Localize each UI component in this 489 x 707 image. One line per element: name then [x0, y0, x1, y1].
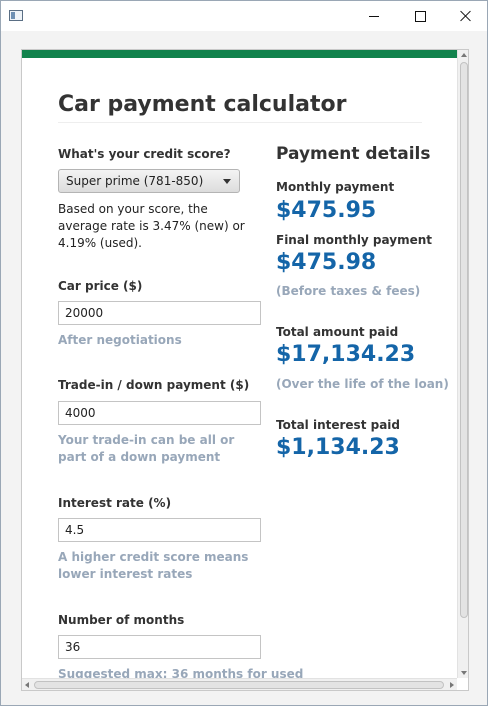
trade-in-help: Your trade-in can be all or part of a do…	[58, 433, 235, 464]
app-window: Car payment calculator What's your credi…	[0, 0, 488, 706]
months-input[interactable]	[58, 635, 261, 659]
vertical-scrollbar[interactable]	[457, 50, 468, 678]
close-button[interactable]	[443, 1, 489, 31]
interest-rate-help: A higher credit score means lower intere…	[58, 550, 249, 581]
scroll-up-icon[interactable]	[461, 53, 467, 57]
car-price-label: Car price ($)	[58, 279, 143, 293]
scroll-right-icon[interactable]	[450, 682, 454, 688]
final-payment-note: (Before taxes & fees)	[276, 284, 421, 298]
final-monthly-payment-value: $475.98	[276, 250, 377, 275]
credit-score-selected: Super prime (781-850)	[66, 174, 204, 188]
minimize-button[interactable]	[351, 1, 397, 31]
credit-score-label: What's your credit score?	[58, 147, 231, 161]
total-amount-note: (Over the life of the loan)	[276, 377, 449, 391]
total-interest-label: Total interest paid	[276, 418, 400, 432]
credit-score-note: Based on your score, the average rate is…	[58, 202, 245, 250]
months-label: Number of months	[58, 613, 185, 627]
title-divider	[58, 122, 422, 123]
calculator-panel: Car payment calculator What's your credi…	[21, 49, 469, 691]
app-icon	[9, 10, 23, 21]
close-icon	[460, 10, 472, 22]
monthly-payment-value: $475.95	[276, 198, 377, 223]
monthly-payment-label: Monthly payment	[276, 180, 395, 194]
minimize-icon	[369, 15, 379, 17]
total-interest-value: $1,134.23	[276, 435, 400, 460]
car-price-help: After negotiations	[58, 333, 182, 347]
vertical-scroll-thumb[interactable]	[460, 62, 468, 618]
credit-score-select[interactable]: Super prime (781-850)	[58, 169, 240, 193]
scroll-left-icon[interactable]	[25, 682, 29, 688]
horizontal-scrollbar[interactable]	[22, 678, 457, 690]
maximize-icon	[414, 10, 426, 22]
final-monthly-payment-label: Final monthly payment	[276, 233, 432, 247]
payment-details-title: Payment details	[276, 144, 431, 164]
car-price-input[interactable]	[58, 301, 261, 325]
months-help: Suggested max: 36 months for used	[58, 667, 304, 678]
total-amount-value: $17,134.23	[276, 342, 416, 367]
scroll-down-icon[interactable]	[461, 671, 467, 675]
maximize-button[interactable]	[397, 1, 443, 31]
horizontal-scroll-thumb[interactable]	[34, 681, 444, 689]
interest-rate-input[interactable]	[58, 518, 261, 542]
interest-rate-label: Interest rate (%)	[58, 496, 172, 510]
accent-bar	[22, 50, 457, 58]
trade-in-label: Trade-in / down payment ($)	[58, 378, 250, 392]
total-amount-label: Total amount paid	[276, 325, 399, 339]
trade-in-input[interactable]	[58, 401, 261, 425]
chevron-down-icon	[223, 179, 231, 184]
scroll-area[interactable]: Car payment calculator What's your credi…	[22, 58, 457, 678]
title-bar	[1, 1, 487, 31]
page-title: Car payment calculator	[58, 92, 347, 117]
